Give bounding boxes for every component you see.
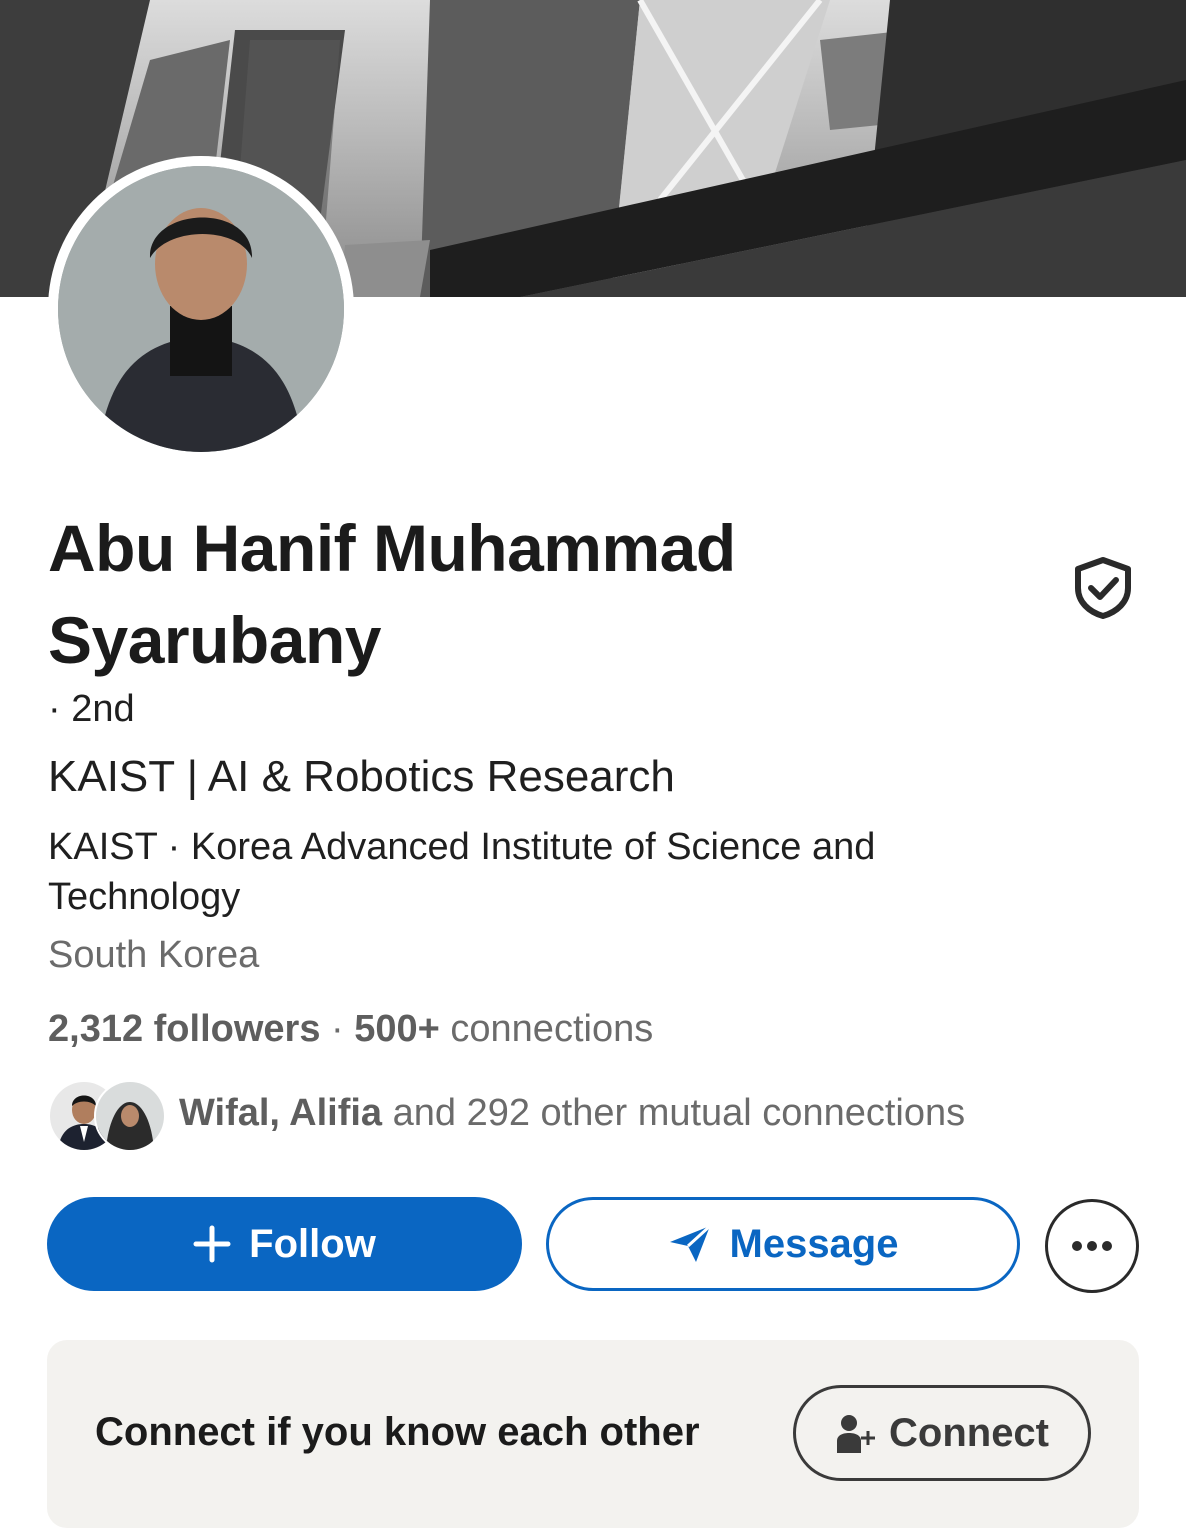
verified-shield-icon[interactable] [1072, 556, 1134, 620]
profile-stats: 2,312 followers · 500+ connections [48, 1008, 653, 1051]
profile-avatar-ring [48, 156, 354, 462]
connect-suggestion-text: Connect if you know each other [95, 1410, 700, 1454]
connect-button[interactable]: Connect [793, 1385, 1091, 1481]
mutual-connections-text: Wifal, Alifia and 292 other mutual conne… [179, 1092, 965, 1135]
more-options-button[interactable] [1045, 1199, 1139, 1293]
connections-count[interactable]: 500+ [354, 1008, 440, 1050]
profile-location: South Korea [48, 934, 260, 976]
followers-count[interactable]: 2,312 followers [48, 1008, 320, 1050]
follow-label: Follow [249, 1221, 376, 1266]
connect-label: Connect [889, 1410, 1049, 1455]
send-icon [669, 1224, 711, 1262]
mutual-avatar-2 [94, 1080, 166, 1152]
mutual-names: Wifal, Alifia [179, 1092, 383, 1134]
connections-label: connections [450, 1008, 654, 1050]
more-dots-icon [1072, 1241, 1112, 1251]
connect-suggestion-card: Connect if you know each other Connect [47, 1340, 1139, 1528]
connection-degree: · 2nd [48, 688, 135, 730]
message-button[interactable]: Message [546, 1197, 1020, 1291]
profile-name: Abu Hanif Muhammad Syarubany [48, 511, 736, 677]
profile-education[interactable]: KAIST · Korea Advanced Institute of Scie… [48, 822, 1008, 922]
mutual-rest: and 292 other mutual connections [392, 1092, 966, 1134]
mutual-connections[interactable]: Wifal, Alifia and 292 other mutual conne… [48, 1078, 1158, 1152]
avatar-portrait-graphic [58, 166, 344, 452]
message-label: Message [729, 1221, 899, 1266]
plus-icon [193, 1225, 231, 1263]
follow-button[interactable]: Follow [47, 1197, 522, 1291]
profile-avatar[interactable] [58, 166, 344, 452]
add-person-icon [837, 1415, 875, 1453]
profile-headline: KAIST | AI & Robotics Research [48, 752, 675, 801]
stats-separator: · [331, 1008, 344, 1050]
